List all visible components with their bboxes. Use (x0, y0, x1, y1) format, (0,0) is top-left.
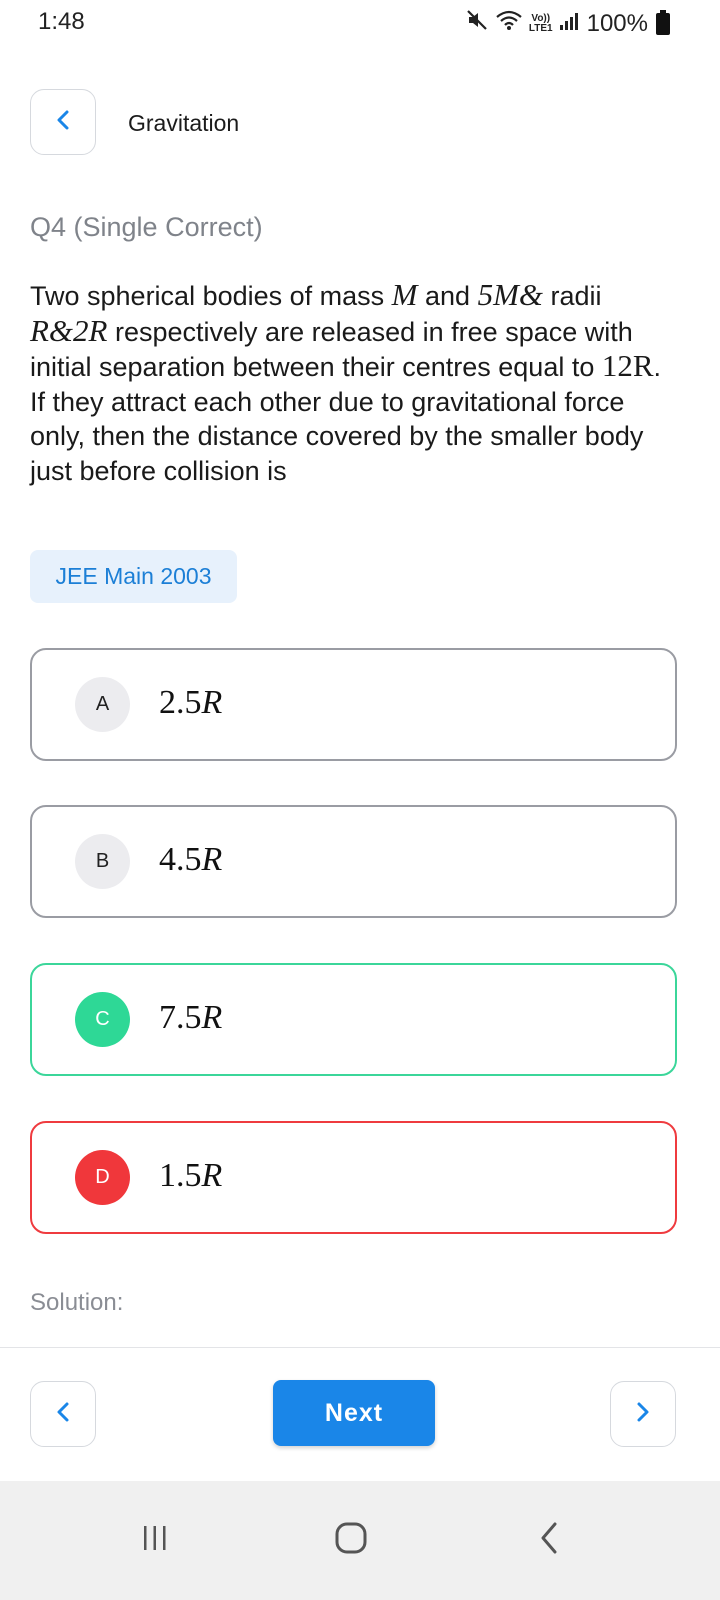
option-unit: R (201, 1157, 223, 1194)
option-value: 7.5R (159, 999, 222, 1037)
question-text-segment: and (417, 281, 478, 311)
system-nav-bar (0, 1481, 720, 1600)
option-letter-badge: C (75, 992, 130, 1047)
system-back-button[interactable] (505, 1481, 595, 1600)
back-button[interactable] (30, 89, 96, 155)
recent-apps-icon (140, 1523, 170, 1558)
network-type-label: Vo)) LTE1 (528, 13, 553, 34)
home-button[interactable] (306, 1481, 396, 1600)
mute-icon (465, 8, 489, 39)
option-letter-badge: A (75, 677, 130, 732)
math-radii: R&2R (30, 312, 108, 348)
wifi-icon (495, 9, 523, 38)
option-a[interactable]: A 2.5R (30, 648, 677, 761)
status-time: 1:48 (38, 8, 85, 35)
signal-icon (559, 10, 581, 38)
option-unit: R (201, 684, 223, 721)
math-mass-m: M (391, 277, 418, 312)
option-unit: R (201, 841, 223, 878)
option-d[interactable]: D 1.5R (30, 1121, 677, 1234)
back-arrow-icon (538, 1521, 562, 1560)
chevron-right-icon (633, 1400, 653, 1429)
question-text: Two spherical bodies of mass M and 5M& r… (30, 277, 680, 489)
next-button[interactable]: Next (273, 1380, 435, 1446)
lte-label: LTE1 (528, 22, 553, 34)
status-icons: Vo)) LTE1 100% (465, 8, 670, 39)
question-text-segment: respectively are released in free space … (30, 316, 633, 383)
solution-label: Solution: (30, 1289, 124, 1316)
status-bar: 1:48 Vo)) LTE1 100% (0, 0, 720, 50)
option-value: 4.5R (159, 841, 222, 879)
chevron-left-icon (53, 1400, 73, 1429)
option-c[interactable]: C 7.5R (30, 963, 677, 1076)
home-icon (334, 1521, 368, 1560)
question-text-segment: radii (543, 281, 602, 311)
math-mass-5m: 5M& (477, 277, 543, 312)
option-letter-badge: D (75, 1150, 130, 1205)
next-question-button[interactable] (610, 1381, 676, 1447)
option-number: 4.5 (159, 841, 202, 878)
exam-tag: JEE Main 2003 (30, 550, 237, 603)
page-title: Gravitation (128, 110, 240, 136)
battery-icon (656, 9, 670, 35)
option-number: 7.5 (159, 999, 202, 1036)
chevron-left-icon (53, 108, 73, 137)
option-unit: R (201, 999, 223, 1036)
previous-question-button[interactable] (30, 1381, 96, 1447)
recent-apps-button[interactable] (110, 1481, 200, 1600)
option-number: 2.5 (159, 684, 202, 721)
option-b[interactable]: B 4.5R (30, 805, 677, 918)
question-type-label: Q4 (Single Correct) (30, 212, 263, 242)
math-separation: 12R (601, 348, 654, 384)
option-letter-badge: B (75, 834, 130, 889)
question-text-segment: Two spherical bodies of mass (30, 281, 392, 311)
option-number: 1.5 (159, 1157, 202, 1194)
option-value: 1.5R (159, 1157, 222, 1195)
battery-percent: 100% (586, 9, 648, 37)
option-value: 2.5R (159, 684, 222, 722)
